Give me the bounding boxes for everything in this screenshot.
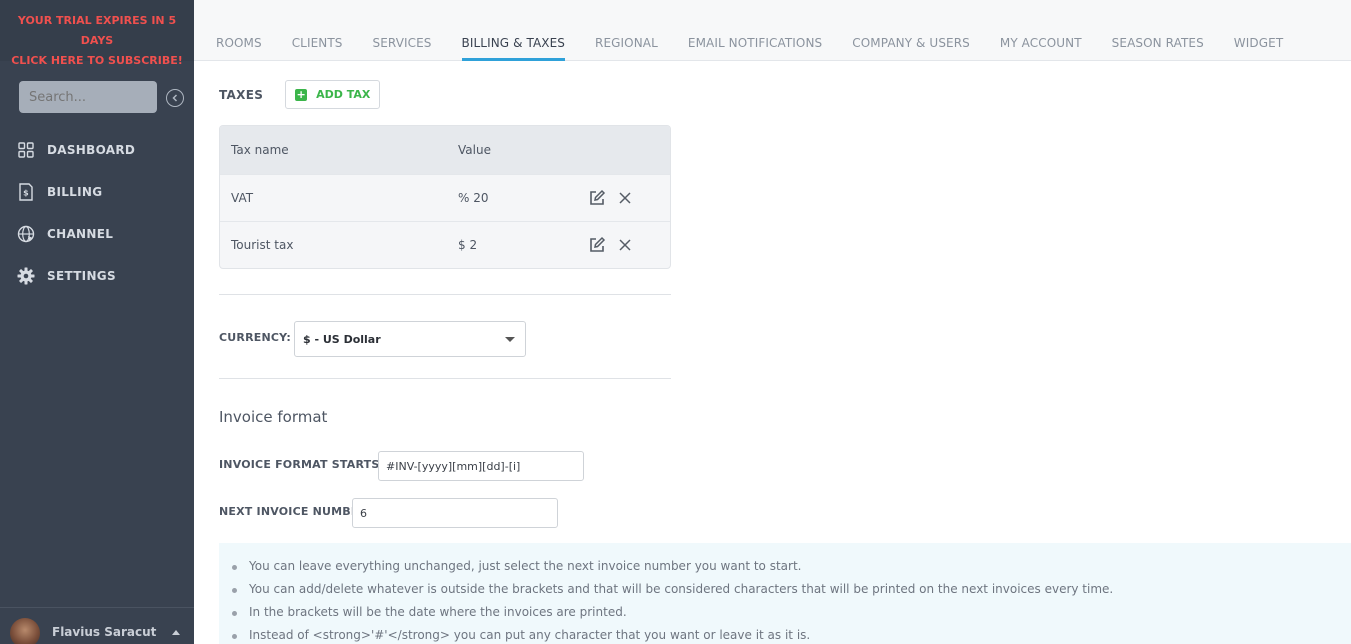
tab-widget[interactable]: WIDGET	[1234, 36, 1283, 61]
table-header: Tax name Value	[220, 126, 670, 174]
next-invoice-label: NEXT INVOICE NUMBER:	[219, 505, 372, 518]
tab-my-account[interactable]: MY ACCOUNT	[1000, 36, 1082, 61]
invoice-format-title: Invoice format	[219, 408, 328, 426]
column-header-value: Value	[458, 143, 491, 157]
grid-icon	[17, 141, 35, 159]
taxes-title: TAXES	[219, 87, 264, 102]
sidebar-item-settings[interactable]: SETTINGS	[0, 255, 194, 297]
user-name: Flavius Saracut	[52, 625, 157, 639]
avatar	[10, 618, 40, 644]
table-row: Tourist tax $ 2	[220, 221, 670, 268]
invoice-help-box: You can leave everything unchanged, just…	[219, 543, 1351, 644]
trial-expiry-text: YOUR TRIAL EXPIRES IN 5 DAYS	[17, 14, 177, 47]
tab-regional[interactable]: REGIONAL	[595, 36, 658, 61]
taxes-table: Tax name Value VAT % 20 Tourist tax $ 2	[219, 125, 671, 269]
search-input[interactable]	[19, 81, 157, 113]
search-row	[19, 81, 189, 114]
taxes-header: TAXES + ADD TAX	[219, 80, 381, 109]
chevron-down-icon	[505, 337, 515, 342]
table-row: VAT % 20	[220, 174, 670, 221]
settings-tabs-bar: ROOMS CLIENTS SERVICES BILLING & TAXES R…	[194, 0, 1351, 61]
tab-services[interactable]: SERVICES	[373, 36, 432, 61]
currency-select[interactable]: $ - US Dollar	[294, 321, 526, 357]
invoice-format-field[interactable]	[378, 451, 584, 481]
globe-icon	[17, 225, 35, 243]
tax-value-cell: $ 2	[458, 238, 478, 252]
list-item: Instead of <strong>'#'</strong> you can …	[232, 624, 1351, 644]
invoice-format-label: INVOICE FORMAT STARTS AT:	[219, 458, 404, 471]
subscribe-link[interactable]: CLICK HERE TO SUBSCRIBE!	[0, 51, 194, 71]
svg-text:$: $	[23, 189, 29, 198]
tab-clients[interactable]: CLIENTS	[292, 36, 343, 61]
gear-icon	[17, 267, 35, 285]
collapse-sidebar-button[interactable]	[166, 89, 184, 107]
sidebar-item-label: SETTINGS	[47, 269, 116, 283]
help-list: You can leave everything unchanged, just…	[232, 555, 1351, 644]
edit-icon[interactable]	[588, 189, 606, 207]
tax-name-cell: VAT	[231, 191, 254, 205]
tax-value-cell: % 20	[458, 191, 489, 205]
sidebar-item-dashboard[interactable]: DASHBOARD	[0, 129, 194, 171]
tab-billing-taxes[interactable]: BILLING & TAXES	[461, 36, 566, 61]
tax-name-cell: Tourist tax	[231, 238, 294, 252]
sidebar: YOUR TRIAL EXPIRES IN 5 DAYS CLICK HERE …	[0, 0, 194, 644]
tab-email-notifications[interactable]: EMAIL NOTIFICATIONS	[688, 36, 822, 61]
tab-season-rates[interactable]: SEASON RATES	[1112, 36, 1204, 61]
trial-banner[interactable]: YOUR TRIAL EXPIRES IN 5 DAYS CLICK HERE …	[0, 0, 194, 67]
user-menu[interactable]: Flavius Saracut	[0, 607, 194, 644]
invoice-icon: $	[17, 183, 35, 201]
tab-list: ROOMS CLIENTS SERVICES BILLING & TAXES R…	[216, 36, 1313, 61]
sidebar-nav: DASHBOARD $ BILLING CHANNEL SETTINGS	[0, 129, 194, 297]
chevron-left-icon	[172, 94, 178, 102]
list-item: You can leave everything unchanged, just…	[232, 555, 1351, 578]
close-icon[interactable]	[618, 238, 632, 252]
sidebar-item-label: DASHBOARD	[47, 143, 136, 157]
add-tax-label: ADD TAX	[316, 88, 371, 101]
plus-icon: +	[295, 87, 308, 101]
add-tax-button[interactable]: + ADD TAX	[285, 80, 381, 109]
row-actions	[588, 189, 632, 207]
divider	[219, 378, 671, 379]
tab-company-users[interactable]: COMPANY & USERS	[852, 36, 970, 61]
column-header-tax-name: Tax name	[231, 143, 289, 157]
sidebar-item-channel[interactable]: CHANNEL	[0, 213, 194, 255]
close-icon[interactable]	[618, 191, 632, 205]
edit-icon[interactable]	[588, 236, 606, 254]
row-actions	[588, 236, 632, 254]
currency-selected-value: $ - US Dollar	[303, 333, 381, 346]
list-item: You can add/delete whatever is outside t…	[232, 578, 1351, 601]
tab-rooms[interactable]: ROOMS	[216, 36, 262, 61]
sidebar-item-label: BILLING	[47, 185, 103, 199]
sidebar-item-label: CHANNEL	[47, 227, 114, 241]
caret-up-icon	[172, 629, 180, 635]
sidebar-item-billing[interactable]: $ BILLING	[0, 171, 194, 213]
divider	[219, 294, 671, 295]
next-invoice-number-field[interactable]	[352, 498, 558, 528]
list-item: In the brackets will be the date where t…	[232, 601, 1351, 624]
currency-label: CURRENCY:	[219, 331, 291, 344]
